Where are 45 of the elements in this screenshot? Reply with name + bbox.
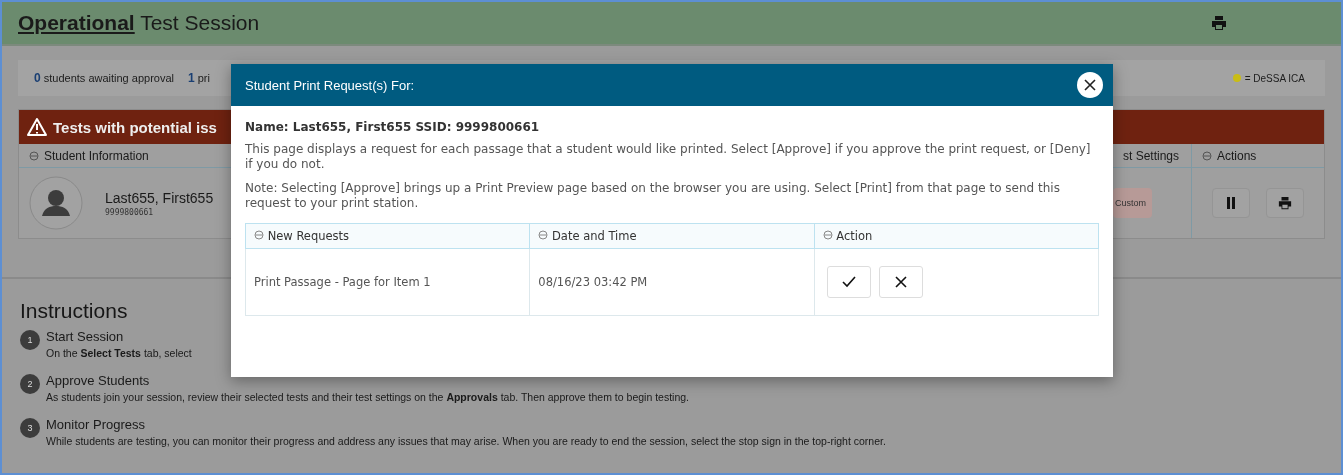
dialog-paragraph: Note: Selecting [Approve] brings up a Print Preview page based on the browser you are using. Select [Print] from that page to send this request to your print station. <box>245 181 1061 211</box>
step-title: Approve Students <box>46 373 151 388</box>
printer-icon[interactable] <box>1211 15 1227 31</box>
student-details: Name: Last655, First655 SSID: 9999800661 <box>245 120 541 134</box>
sort-icon <box>254 230 264 240</box>
section-heading: Instructions <box>20 299 129 323</box>
sort-icon <box>822 230 833 240</box>
settings-tag: Custom <box>1113 188 1152 218</box>
step-description: While students are testing, you can monitor their progress and address any issues that may arise. When you are ready to end the session, select the stop sign in the top-right corner. <box>46 435 886 447</box>
avatar-icon <box>29 176 83 230</box>
legend-dot-icon <box>1232 74 1241 82</box>
column-header[interactable]: New Requests <box>245 223 530 249</box>
step-title: Start Session <box>46 329 125 344</box>
check-icon <box>841 276 856 288</box>
legend-label: = DeSSA ICA <box>1244 72 1305 84</box>
column-header[interactable]: Actions <box>1191 144 1324 168</box>
page-title: Operational Test Session <box>18 11 260 35</box>
close-button[interactable] <box>1077 72 1103 98</box>
printer-icon <box>1278 196 1292 210</box>
step-description: On the Select Tests tab, select <box>46 347 192 359</box>
pause-icon <box>1226 197 1236 209</box>
deny-button[interactable] <box>878 266 923 298</box>
column-header[interactable]: Action <box>814 223 1099 249</box>
sort-icon <box>538 230 549 240</box>
stat-text: 0 students awaiting approval <box>34 71 174 85</box>
warning-icon <box>27 118 47 136</box>
dialog-paragraph: This page displays a request for each passage that a student would like printed. Select [Approve] if you approve the print request, or [Deny] if you do not. <box>245 142 1092 172</box>
step-number: 3 <box>20 418 40 438</box>
student-id: 9999800661 <box>105 207 155 217</box>
approve-button[interactable] <box>826 266 871 298</box>
step-number: 1 <box>20 330 40 350</box>
step-number: 2 <box>20 374 40 394</box>
table-cell: Print Passage - Page for Item 1 <box>245 248 530 316</box>
close-icon <box>1084 79 1096 91</box>
close-icon <box>894 276 907 288</box>
column-header[interactable]: Date and Time <box>529 223 815 249</box>
print-button[interactable] <box>1266 188 1304 218</box>
step-description: As students join your session, review their selected tests and their test settings on the Approvals tab. Then approve them to begin testing. <box>46 391 689 403</box>
stat-text: 1 pri <box>188 71 210 85</box>
pause-button[interactable] <box>1212 188 1250 218</box>
banner-title: Tests with potential iss <box>53 118 217 136</box>
student-name: Last655, First655 <box>105 189 214 206</box>
table-cell: 08/16/23 03:42 PM <box>529 248 815 316</box>
dialog-title: Student Print Request(s) For: <box>245 77 415 93</box>
step-title: Monitor Progress <box>46 417 146 432</box>
